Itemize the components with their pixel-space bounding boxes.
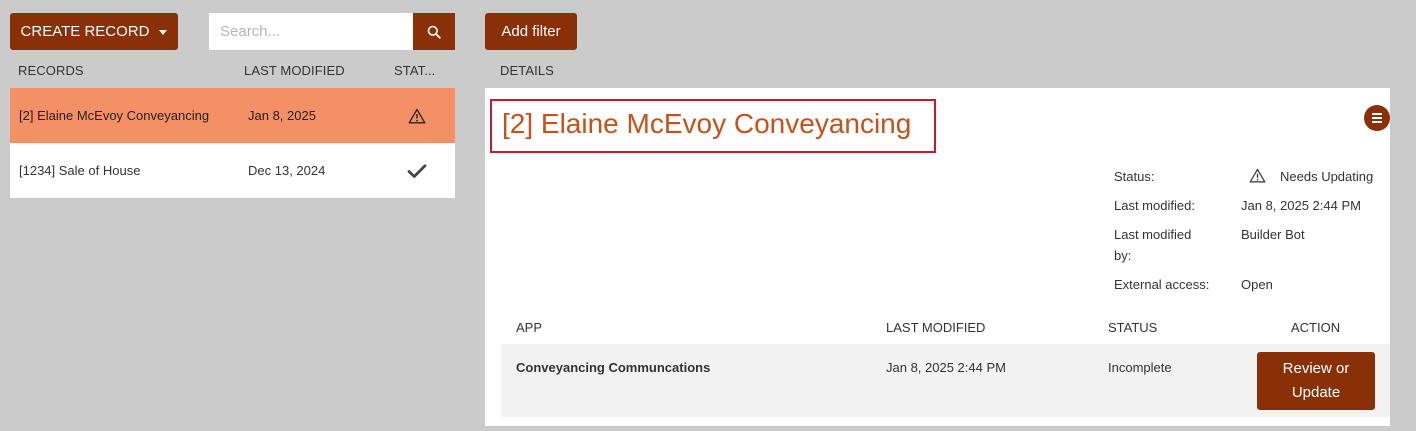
warning-icon bbox=[1249, 168, 1266, 186]
search-bar bbox=[209, 13, 455, 50]
records-header: RECORDS bbox=[18, 63, 84, 78]
last-modified-by-label: Last modified bbox=[1114, 227, 1192, 242]
app-last-modified-header: LAST MODIFIED bbox=[886, 320, 986, 335]
record-name: [2] Elaine McEvoy Conveyancing bbox=[19, 108, 210, 123]
app-modified: Jan 8, 2025 2:44 PM bbox=[886, 360, 1006, 375]
create-record-label: CREATE RECORD bbox=[20, 23, 150, 40]
table-row: Conveyancing Communcations Jan 8, 2025 2… bbox=[501, 344, 1390, 417]
app-action-header: ACTION bbox=[1291, 320, 1341, 335]
review-or-update-button[interactable]: Review or Update bbox=[1257, 352, 1375, 410]
search-button[interactable] bbox=[413, 13, 455, 50]
last-modified-header: LAST MODIFIED bbox=[244, 63, 345, 78]
record-row[interactable]: [1234] Sale of House Dec 13, 2024 bbox=[10, 143, 455, 198]
external-access-value: Open bbox=[1241, 277, 1273, 292]
check-icon bbox=[406, 160, 428, 182]
title-highlight: [2] Elaine McEvoy Conveyancing bbox=[490, 99, 936, 153]
add-filter-button[interactable]: Add filter bbox=[485, 13, 577, 50]
create-record-button[interactable]: CREATE RECORD bbox=[10, 13, 178, 50]
details-panel: [2] Elaine McEvoy Conveyancing Status: N… bbox=[485, 88, 1390, 426]
details-header: DETAILS bbox=[500, 63, 554, 78]
app-column-header: APP bbox=[516, 320, 543, 335]
caret-down-icon bbox=[159, 30, 168, 35]
menu-button[interactable] bbox=[1364, 105, 1390, 131]
last-modified-label: Last modified: bbox=[1114, 198, 1195, 213]
last-modified-by-value: Builder Bot bbox=[1241, 227, 1305, 242]
app-name: Conveyancing Communcations bbox=[516, 360, 711, 375]
search-input[interactable] bbox=[209, 13, 413, 50]
status-value: Needs Updating bbox=[1280, 169, 1374, 184]
search-icon bbox=[427, 25, 441, 39]
menu-icon bbox=[1372, 113, 1382, 115]
record-modified: Dec 13, 2024 bbox=[248, 163, 326, 178]
status-header: STAT... bbox=[394, 63, 436, 78]
last-modified-by-label-2: by: bbox=[1114, 248, 1132, 263]
app-status: Incomplete bbox=[1108, 360, 1172, 375]
warning-icon bbox=[406, 105, 428, 127]
record-row[interactable]: [2] Elaine McEvoy Conveyancing Jan 8, 20… bbox=[10, 88, 455, 143]
records-list: [2] Elaine McEvoy Conveyancing Jan 8, 20… bbox=[10, 88, 455, 198]
record-title: [2] Elaine McEvoy Conveyancing bbox=[502, 108, 912, 139]
review-button-line-1: Review or bbox=[1282, 360, 1350, 377]
record-name: [1234] Sale of House bbox=[19, 163, 141, 178]
review-button-line-2: Update bbox=[1291, 384, 1341, 401]
status-label: Status: bbox=[1114, 169, 1155, 184]
external-access-label: External access: bbox=[1114, 277, 1210, 292]
record-modified: Jan 8, 2025 bbox=[248, 108, 316, 123]
app-status-header: STATUS bbox=[1108, 320, 1158, 335]
last-modified-value: Jan 8, 2025 2:44 PM bbox=[1241, 198, 1361, 213]
